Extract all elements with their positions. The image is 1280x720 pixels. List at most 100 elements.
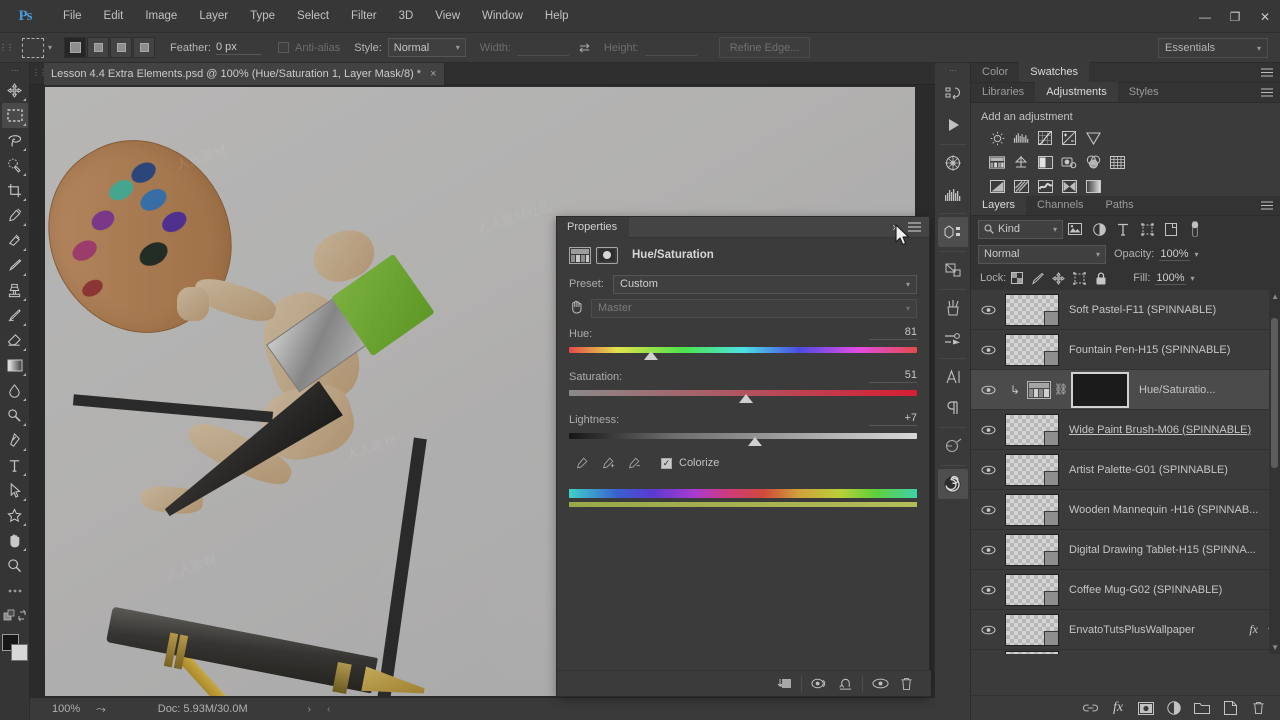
layer-name[interactable]: Hue/Saturatio...	[1139, 384, 1215, 396]
tool-preset-chevron-down-icon[interactable]: ▾	[48, 43, 52, 52]
layer-name[interactable]: Wooden Mannequin -H16 (SPINNAB...	[1069, 504, 1258, 516]
foreground-background-colors[interactable]	[1, 634, 28, 662]
brush-settings-icon[interactable]	[938, 324, 968, 354]
hue-saturation-icon[interactable]	[1027, 380, 1051, 399]
brightness-contrast-icon[interactable]	[985, 127, 1009, 149]
layer-name[interactable]: Artist Palette-G01 (SPINNABLE)	[1069, 464, 1228, 476]
menu-layer[interactable]: Layer	[188, 6, 239, 26]
menu-type[interactable]: Type	[239, 6, 286, 26]
document-close-icon[interactable]: ×	[430, 68, 436, 80]
hue-saturation-icon[interactable]	[985, 151, 1009, 173]
hue-slider-thumb[interactable]	[643, 351, 658, 360]
layer-filter-kind-select[interactable]: Kind ▾	[978, 219, 1063, 239]
tools-panel-grip[interactable]: ⋯	[12, 67, 19, 75]
properties-icon[interactable]	[937, 469, 968, 499]
eyedropper-add-icon[interactable]	[595, 453, 621, 473]
new-group-icon[interactable]	[1188, 697, 1216, 719]
color-panel-menu-icon[interactable]	[1261, 68, 1273, 78]
table-row[interactable]: Wooden Mannequin -H16 (SPINNAB...	[971, 490, 1280, 530]
hand-tool[interactable]	[2, 528, 28, 553]
lightness-value[interactable]: +7	[869, 412, 917, 426]
filter-adjustment-icon[interactable]	[1087, 218, 1111, 240]
document-tab[interactable]: Lesson 4.4 Extra Elements.psd @ 100% (Hu…	[44, 63, 445, 85]
menu-file[interactable]: File	[52, 6, 93, 26]
filter-type-icon[interactable]	[1111, 218, 1135, 240]
layer-style-fx-icon[interactable]: fx	[1104, 697, 1132, 719]
layer-visibility-icon[interactable]	[971, 465, 1005, 475]
layer-name[interactable]: Coffee Mug-G02 (SPINNABLE)	[1069, 584, 1222, 596]
table-row[interactable]: Wide Paint Brush-M06 (SPINNABLE)	[971, 410, 1280, 450]
properties-panel-header[interactable]: Properties »	[557, 216, 929, 238]
tab-layers[interactable]: Layers	[971, 195, 1027, 215]
table-row[interactable]	[971, 650, 1280, 654]
layer-name[interactable]: EnvatoTutsPlusWallpaper	[1069, 624, 1195, 636]
brush-tool[interactable]	[2, 253, 28, 278]
layer-thumbnail[interactable]	[1005, 493, 1059, 526]
invert-icon[interactable]	[985, 175, 1009, 197]
eyedropper-subtract-icon[interactable]	[621, 453, 647, 473]
tab-libraries[interactable]: Libraries	[971, 82, 1035, 102]
properties-panel[interactable]: Properties » Hue/Saturation Preset: Cust…	[556, 216, 931, 697]
color-balance-icon[interactable]	[1009, 151, 1033, 173]
status-expand-icon[interactable]: ›	[308, 704, 311, 715]
zoom-level[interactable]: 100%	[52, 703, 80, 715]
color-lookup-icon[interactable]	[1105, 151, 1129, 173]
quick-selection-tool[interactable]	[2, 153, 28, 178]
curves-icon[interactable]	[1033, 127, 1057, 149]
eyedropper-icon[interactable]	[569, 453, 595, 473]
workspace-select[interactable]: Essentials ▾	[1158, 38, 1268, 58]
exposure-icon[interactable]	[1057, 127, 1081, 149]
gradient-tool[interactable]	[2, 353, 28, 378]
feather-input[interactable]: 0 px	[215, 41, 262, 55]
layer-thumbnail[interactable]	[1005, 533, 1059, 566]
vibrance-icon[interactable]	[1081, 127, 1105, 149]
layer-visibility-icon[interactable]	[971, 385, 1005, 395]
link-layers-icon[interactable]	[1076, 697, 1104, 719]
new-fill-adjustment-icon[interactable]	[1160, 697, 1188, 719]
opacity-chevron-down-icon[interactable]: ▾	[1195, 250, 1199, 259]
rectangular-marquee-tool[interactable]	[1, 103, 28, 128]
layer-mask-link-icon[interactable]: ⛓	[1051, 383, 1071, 396]
tab-styles[interactable]: Styles	[1118, 82, 1170, 102]
saturation-slider-thumb[interactable]	[739, 394, 754, 403]
dodge-tool[interactable]	[2, 403, 28, 428]
colorize-checkbox[interactable]: ✓	[661, 457, 672, 469]
background-color-swatch[interactable]	[10, 644, 28, 661]
filter-toggle-icon[interactable]	[1183, 218, 1207, 240]
clone-stamp-tool[interactable]	[2, 278, 28, 303]
layer-thumbnail[interactable]	[1005, 650, 1059, 654]
black-white-icon[interactable]	[1033, 151, 1057, 173]
layer-thumbnail[interactable]	[1005, 413, 1059, 446]
tab-properties[interactable]: Properties	[557, 216, 630, 238]
dock-grip[interactable]: ⋯	[950, 67, 957, 75]
lock-position-icon[interactable]	[1048, 268, 1069, 288]
layer-list[interactable]: Soft Pastel-F11 (SPINNABLE) Fountain Pen…	[971, 290, 1280, 654]
output-spectrum-bar[interactable]	[569, 502, 917, 507]
table-row[interactable]: Fountain Pen-H15 (SPINNABLE)	[971, 330, 1280, 370]
lock-all-icon[interactable]	[1090, 268, 1111, 288]
layer-thumbnail[interactable]	[1005, 613, 1059, 646]
table-row[interactable]: ↳ ⛓ Hue/Saturatio...	[971, 370, 1280, 410]
history-icon[interactable]	[938, 79, 968, 109]
photo-filter-icon[interactable]	[1057, 151, 1081, 173]
anti-alias-checkbox[interactable]	[277, 42, 289, 53]
tab-color[interactable]: Color	[971, 62, 1019, 82]
threshold-icon[interactable]	[1033, 175, 1057, 197]
new-layer-icon[interactable]	[1216, 697, 1244, 719]
layers-panel-menu-icon[interactable]	[1261, 201, 1273, 211]
delete-layer-icon[interactable]	[1244, 697, 1272, 719]
adjustments-panel-menu-icon[interactable]	[1261, 88, 1273, 98]
blur-tool[interactable]	[2, 378, 28, 403]
scroll-down-icon[interactable]: ▼	[1271, 643, 1279, 652]
layer-visibility-icon[interactable]	[971, 505, 1005, 515]
layer-visibility-icon[interactable]	[971, 345, 1005, 355]
blend-mode-select[interactable]: Normal ▾	[978, 244, 1106, 264]
layer-visibility-icon[interactable]	[971, 625, 1005, 635]
height-input[interactable]	[644, 40, 697, 56]
filter-shape-icon[interactable]	[1135, 218, 1159, 240]
add-to-selection-button[interactable]	[87, 37, 110, 58]
spot-healing-brush-tool[interactable]	[2, 228, 28, 253]
style-select[interactable]: Normal ▾	[387, 38, 466, 57]
layers-scrollbar-thumb[interactable]	[1271, 318, 1278, 468]
delete-adjustment-icon[interactable]	[893, 674, 919, 694]
